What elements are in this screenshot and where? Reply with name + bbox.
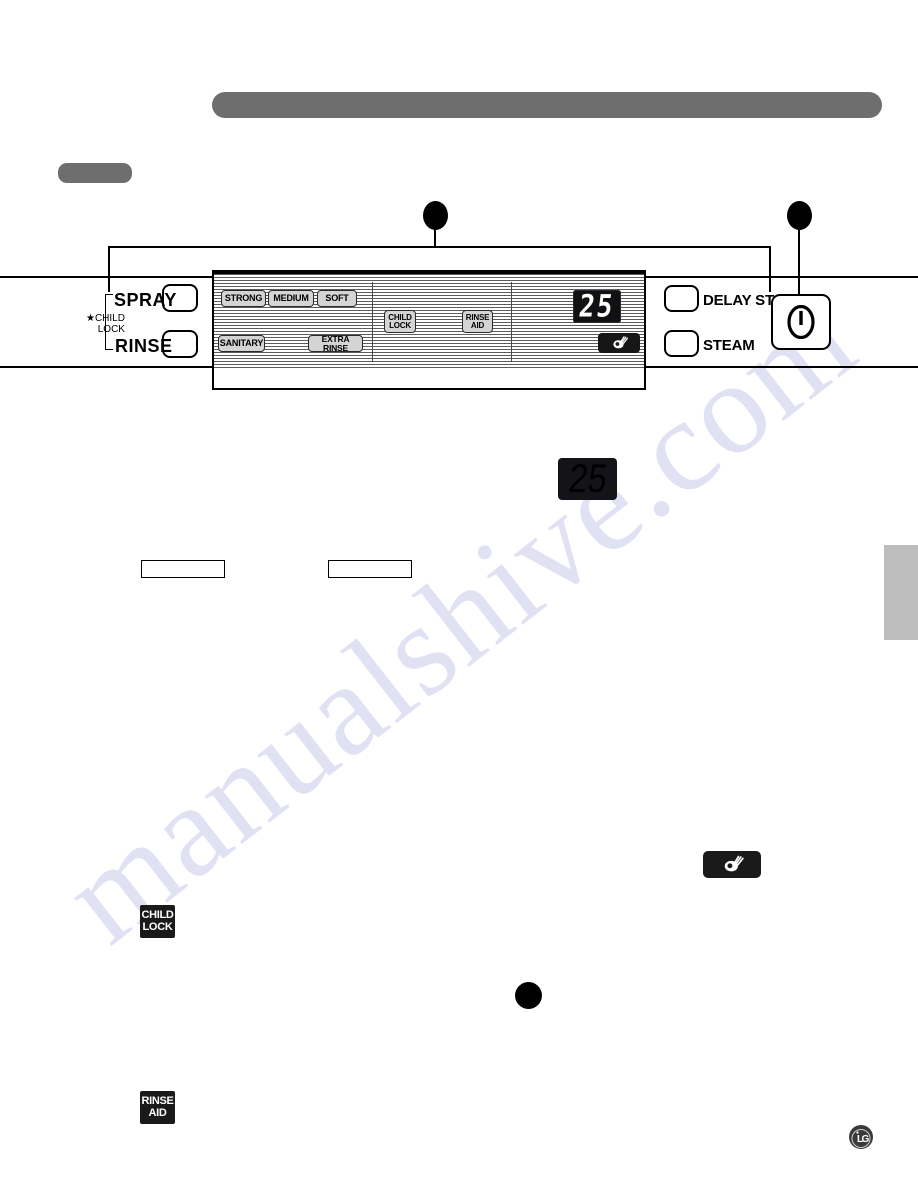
child-lock-indicator-line2: LOCK <box>389 320 411 330</box>
child-lock-badge-line2: LOCK <box>142 920 173 933</box>
spray-button-label: SPRAY <box>114 290 177 310</box>
soft-indicator-label: SOFT <box>325 293 349 303</box>
manual-page: manualshive.com STRONG MEDIUM SOFT SANIT… <box>0 0 918 1188</box>
medium-indicator-label: MEDIUM <box>273 293 309 303</box>
callout-bracket-right-drop <box>769 246 771 292</box>
child-lock-badge: CHILD LOCK <box>140 905 175 938</box>
clean-dish-icon-glyph <box>613 336 629 349</box>
blank-callout-box-right <box>328 560 412 578</box>
time-display-figure-value: 25 <box>565 456 610 502</box>
callout-marker-panel <box>423 201 448 230</box>
rinse-aid-indicator: RINSE AID <box>462 310 493 333</box>
extra-rinse-indicator-label: EXTRA RINSE <box>321 334 350 353</box>
rinse-aid-indicator-line2: AID <box>470 320 485 330</box>
rinse-button-label: RINSE <box>115 336 173 356</box>
rinse-aid-badge-line1: RINSE <box>141 1094 174 1107</box>
rinse-aid-badge-line2: AID <box>148 1106 167 1119</box>
sanitary-indicator: SANITARY <box>218 335 265 352</box>
time-display: 25 <box>573 288 621 325</box>
clean-dish-icon <box>598 333 640 353</box>
time-display-figure: 25 <box>558 456 617 502</box>
child-lock-note-line2: LOCK <box>97 324 125 335</box>
strong-indicator-label: STRONG <box>224 293 263 303</box>
clean-dish-icon-figure-glyph <box>724 855 744 872</box>
callout-leader-panel-vertical <box>434 228 436 247</box>
power-button[interactable] <box>771 294 831 350</box>
steam-button-label: STEAM <box>703 337 755 354</box>
soft-indicator: SOFT <box>317 290 357 307</box>
child-lock-note: ★CHILD LOCK <box>86 313 125 335</box>
power-icon <box>787 305 815 339</box>
section-tab <box>58 163 132 183</box>
time-display-value: 25 <box>577 288 617 325</box>
child-lock-note-line1: ★CHILD <box>86 313 125 324</box>
callout-leader-power <box>798 228 800 294</box>
blank-callout-box-left <box>141 560 225 578</box>
panel-divider-right <box>511 282 512 362</box>
callout-bracket-horizontal <box>108 246 771 248</box>
extra-rinse-indicator: EXTRA RINSE <box>308 335 363 352</box>
child-lock-badge-line1: CHILD <box>141 908 174 921</box>
callout-marker-power <box>787 201 812 230</box>
page-header-bar <box>212 92 882 118</box>
strong-indicator: STRONG <box>221 290 266 307</box>
callout-marker-body <box>515 982 542 1009</box>
clean-dish-icon-figure <box>703 851 761 878</box>
lg-logo: L G <box>848 1124 874 1150</box>
delay-start-button[interactable] <box>664 285 699 312</box>
rinse-aid-badge: RINSE AID <box>140 1091 175 1124</box>
child-lock-indicator: CHILD LOCK <box>384 310 416 333</box>
panel-divider-left <box>372 282 373 362</box>
medium-indicator: MEDIUM <box>268 290 314 307</box>
sanitary-indicator-label: SANITARY <box>219 338 264 348</box>
callout-bracket-left-drop <box>108 246 110 292</box>
lg-logo-glyph: L G <box>849 1125 873 1149</box>
steam-button[interactable] <box>664 330 699 357</box>
side-index-tab <box>884 545 918 640</box>
svg-text:G: G <box>862 1134 870 1145</box>
